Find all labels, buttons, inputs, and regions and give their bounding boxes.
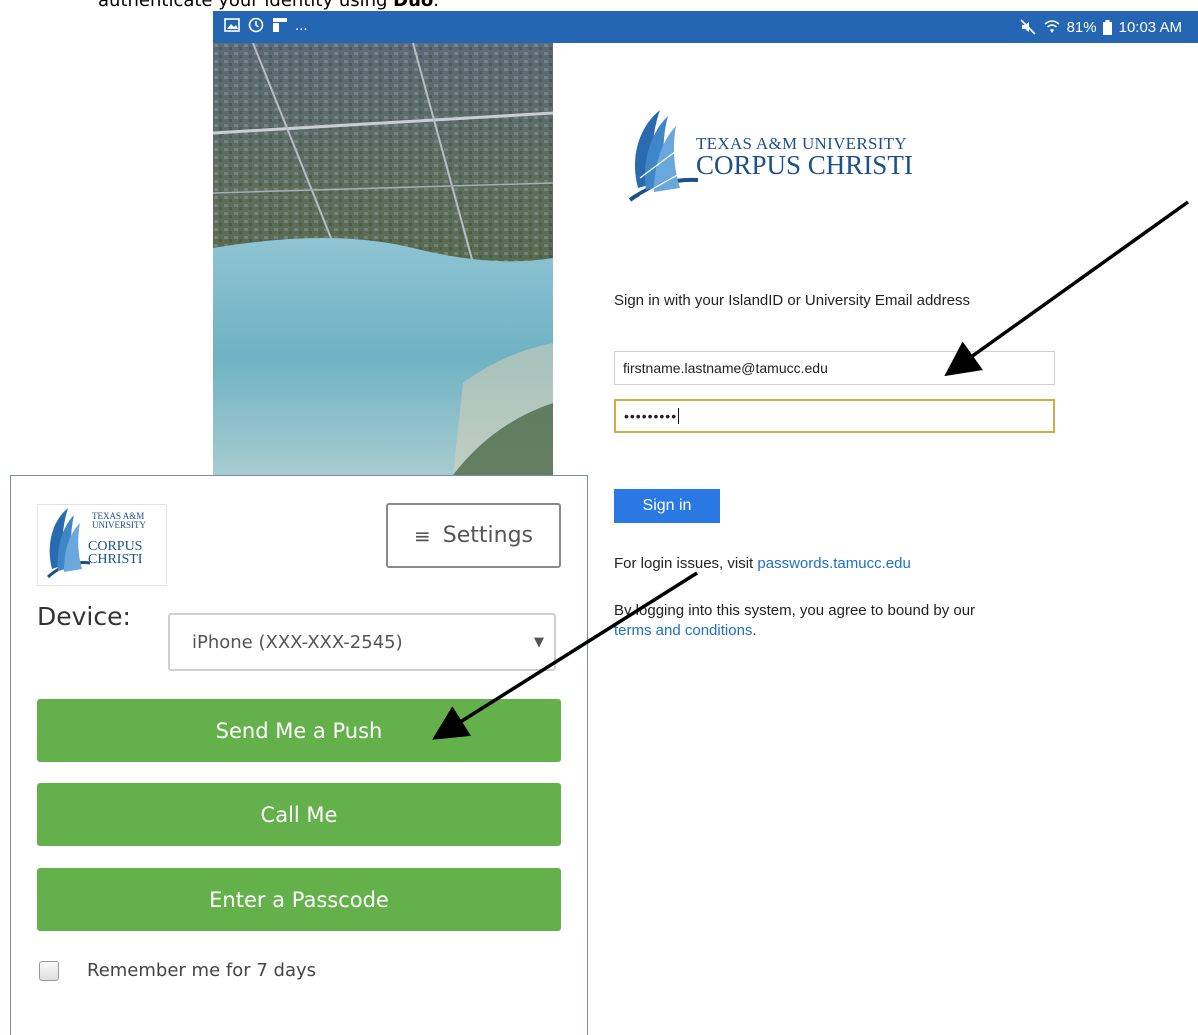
- device-label: Device:: [37, 602, 131, 631]
- settings-button[interactable]: ≡ Settings: [386, 503, 561, 568]
- agreement-text: By logging into this system, you agree t…: [614, 602, 976, 639]
- send-push-button[interactable]: Send Me a Push: [37, 699, 561, 762]
- terms-link[interactable]: terms and conditions: [614, 622, 752, 639]
- duo-prompt-panel: TEXAS A&M UNIVERSITY CORPUS CHRISTI ≡ Se…: [10, 475, 588, 1035]
- duo-tamucc-logo: TEXAS A&M UNIVERSITY CORPUS CHRISTI: [37, 504, 167, 586]
- dropdown-arrow-icon: ▼: [534, 635, 544, 650]
- username-value: firstname.lastname@tamucc.edu: [623, 360, 828, 376]
- image-icon: [223, 16, 241, 34]
- logo-text-line2: CORPUS CHRISTI: [696, 150, 913, 180]
- device-select[interactable]: iPhone (XXX-XXX-2545) ▼: [168, 613, 556, 671]
- call-me-button[interactable]: Call Me: [37, 783, 561, 846]
- remember-me-label: Remember me for 7 days: [87, 960, 316, 981]
- mute-icon: [1019, 18, 1037, 36]
- aerial-campus-photo: [213, 43, 553, 475]
- battery-percent: 81%: [1066, 18, 1097, 36]
- island-wing-logo-icon: [47, 508, 91, 579]
- duo-logo-text2: CORPUS CHRISTI: [88, 539, 143, 567]
- timer-icon: [247, 16, 265, 34]
- android-status-bar: ... 81% 10:03 AM: [213, 11, 1198, 43]
- clock: 10:03 AM: [1118, 18, 1182, 36]
- password-value: •••••••••: [624, 408, 678, 424]
- settings-label: Settings: [442, 523, 533, 548]
- arrow-to-username-field: [944, 200, 1190, 377]
- app-icon: [271, 16, 289, 34]
- device-select-value: iPhone (XXX-XXX-2545): [192, 631, 403, 653]
- password-field[interactable]: •••••••••: [614, 399, 1055, 433]
- wifi-icon: [1043, 18, 1061, 36]
- enter-passcode-button[interactable]: Enter a Passcode: [37, 868, 561, 931]
- more-notifications: ...: [295, 16, 308, 34]
- text-caret: [678, 408, 680, 424]
- document-intro-text: authenticate your identity using Duo.: [98, 0, 440, 11]
- signin-button[interactable]: Sign in: [614, 489, 720, 523]
- tamucc-logo: TEXAS A&M UNIVERSITY CORPUS CHRISTI: [620, 108, 940, 208]
- signin-prompt: Sign in with your IslandID or University…: [614, 292, 970, 309]
- duo-logo-text1: TEXAS A&M UNIVERSITY: [92, 511, 146, 530]
- username-field[interactable]: firstname.lastname@tamucc.edu: [614, 351, 1055, 385]
- login-issues-text: For login issues, visit passwords.tamucc…: [614, 555, 911, 572]
- menu-icon: ≡: [414, 523, 431, 548]
- remember-me-checkbox[interactable]: [39, 960, 59, 981]
- remember-me-row: Remember me for 7 days: [39, 960, 316, 981]
- battery-icon: [1103, 18, 1113, 36]
- passwords-link[interactable]: passwords.tamucc.edu: [757, 555, 910, 572]
- island-wing-logo-icon: [628, 110, 699, 202]
